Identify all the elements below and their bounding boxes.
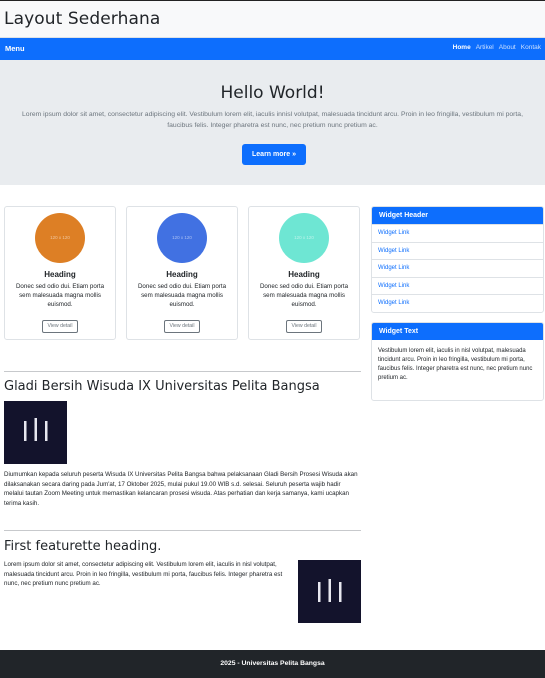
widget-text-body: Vestibulum lorem elit, iaculis in nisl v… [378, 348, 533, 381]
nav-link-kontak[interactable]: Kontak [521, 44, 541, 51]
placeholder-image: 120 x 120 [279, 213, 329, 263]
feature-card: 120 x 120 Heading Donec sed odio dui. Et… [248, 206, 360, 340]
learn-more-button[interactable]: Learn more » [242, 144, 306, 165]
featurette-text: Lorem ipsum dolor sit amet, consectetur … [4, 561, 283, 588]
widget-link[interactable]: Widget Link [372, 294, 543, 312]
card-heading: Heading [166, 270, 198, 279]
card-text: Donec sed odio dui. Etiam porta sem male… [15, 283, 105, 308]
hero-jumbotron: Hello World! Lorem ipsum dolor sit amet,… [0, 60, 545, 185]
widget-text-header: Widget Text [372, 323, 543, 340]
logo-image-icon [24, 418, 48, 441]
widget-header: Widget Header [372, 207, 543, 224]
view-detail-button[interactable]: View detail [42, 320, 78, 333]
navbar-links: Home Artikel About Kontak [453, 44, 541, 51]
divider [4, 530, 361, 531]
feature-card: 120 x 120 Heading Donec sed odio dui. Et… [126, 206, 238, 340]
site-header: Layout Sederhana [0, 0, 545, 38]
widget-link[interactable]: Widget Link [372, 224, 543, 242]
widget-link[interactable]: Widget Link [372, 259, 543, 277]
hero-text: Lorem ipsum dolor sit amet, consectetur … [22, 111, 523, 129]
widget-text: Widget Text Vestibulum lorem elit, iacul… [371, 322, 544, 401]
site-title: Layout Sederhana [4, 9, 161, 29]
card-text: Donec sed odio dui. Etiam porta sem male… [137, 283, 227, 308]
nav-link-artikel[interactable]: Artikel [476, 44, 494, 51]
placeholder-image: 120 x 120 [35, 213, 85, 263]
news-title: Gladi Bersih Wisuda IX Universitas Pelit… [4, 379, 320, 394]
view-detail-button[interactable]: View detail [286, 320, 322, 333]
news-text: Diumumkan kepada seluruh peserta Wisuda … [4, 471, 358, 507]
view-detail-button[interactable]: View detail [164, 320, 200, 333]
widget-link[interactable]: Widget Link [372, 241, 543, 260]
main-navbar: Menu Home Artikel About Kontak [0, 38, 545, 60]
featurette-title: First featurette heading. [4, 539, 162, 554]
site-footer: 2025 - Universitas Pelita Bangsa [0, 650, 545, 678]
placeholder-image: 120 x 120 [157, 213, 207, 263]
hero-title: Hello World! [220, 83, 325, 103]
divider [4, 371, 361, 372]
footer-text: 2025 - Universitas Pelita Bangsa [220, 660, 325, 667]
navbar-brand[interactable]: Menu [5, 44, 25, 53]
card-heading: Heading [44, 270, 76, 279]
card-text: Donec sed odio dui. Etiam porta sem male… [259, 283, 349, 308]
nav-link-about[interactable]: About [499, 44, 516, 51]
logo-image-icon [318, 579, 342, 602]
news-thumbnail [4, 401, 67, 464]
widget-link[interactable]: Widget Link [372, 276, 543, 295]
widget-links: Widget Header Widget Link Widget Link Wi… [371, 206, 544, 313]
feature-card: 120 x 120 Heading Donec sed odio dui. Et… [4, 206, 116, 340]
card-heading: Heading [288, 270, 320, 279]
nav-link-home[interactable]: Home [453, 44, 471, 51]
featurette-thumbnail [298, 560, 361, 623]
